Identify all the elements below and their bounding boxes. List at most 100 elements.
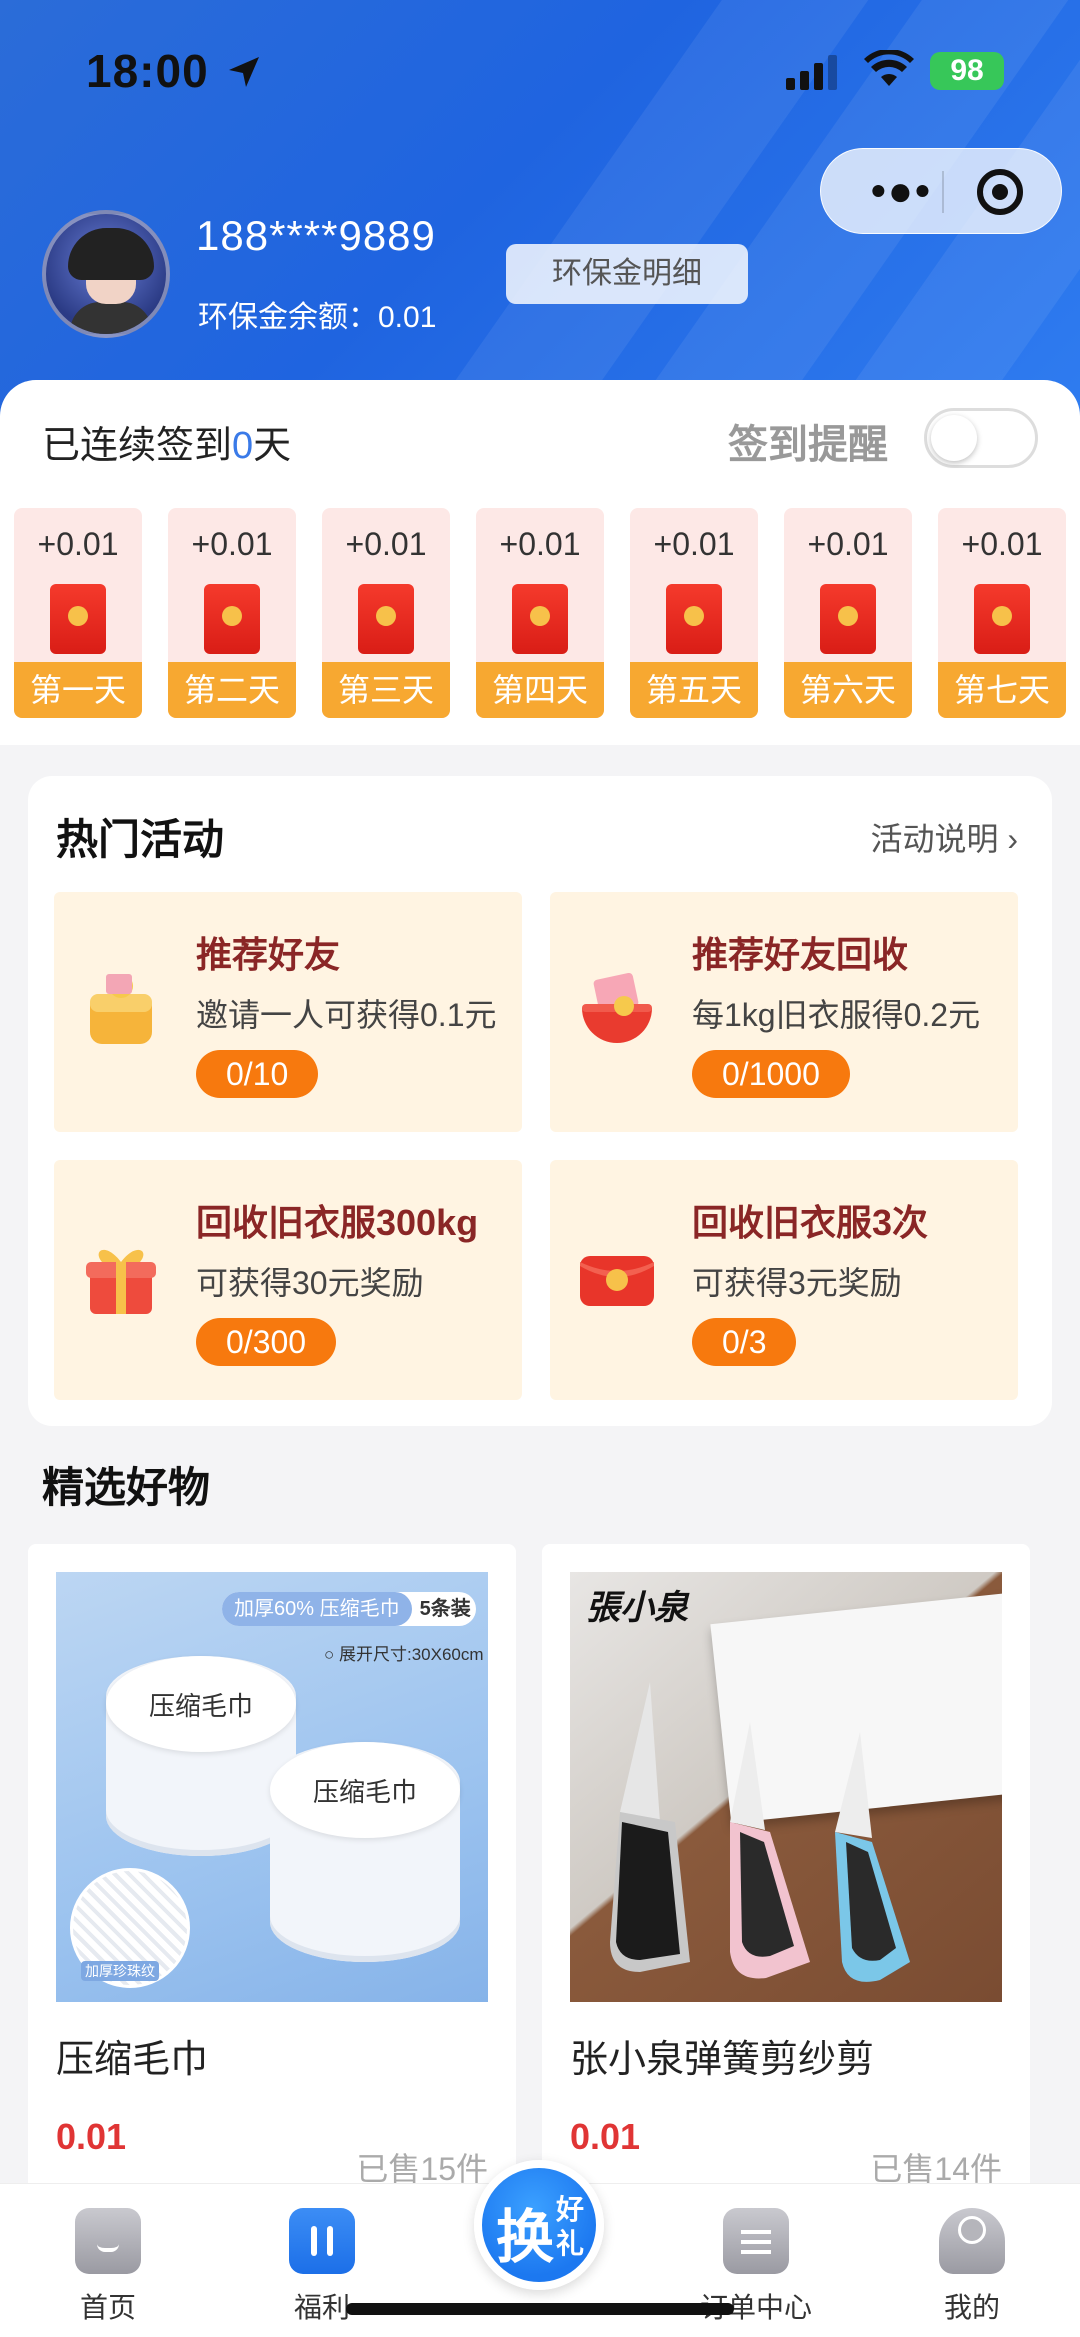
capsule-divider [942,171,944,213]
exchange-big-char: 换 [496,2205,555,2270]
checkin-remind-label: 签到提醒 [728,423,888,467]
towel-swatch: 加厚珍珠纹 [70,1868,190,1988]
activity-rules-label: 活动说明 [870,821,999,857]
exchange-small-char: 礼 [556,2228,585,2259]
red-envelope-icon [580,1256,654,1306]
towel-tag: 加厚60% 压缩毛巾 5条装 [222,1592,476,1626]
hot-activities: 热门活动 活动说明 › 推荐好友 邀请一人可获得0.1元 0/10 推荐好友回收… [28,776,1052,1426]
user-phone: 188****9889 [196,212,436,259]
activity-desc: 每1kg旧衣服得0.2元 [692,997,981,1033]
product-card-towel[interactable]: 加厚60% 压缩毛巾 5条装 ○ 展开尺寸:30X60cm 压缩毛巾 压缩毛巾 加… [28,1544,516,2204]
activity-title: 推荐好友 [196,934,341,975]
product-image: 加厚60% 压缩毛巾 5条装 ○ 展开尺寸:30X60cm 压缩毛巾 压缩毛巾 加… [56,1572,488,2002]
gift-box-icon [86,1249,156,1314]
activity-title: 回收旧衣服300kg [196,1202,479,1243]
activity-rules-link[interactable]: 活动说明 › [870,814,1018,860]
avatar[interactable] [42,210,170,338]
product-price: 0.01 [570,2116,641,2157]
wallet-coins-icon [90,974,152,1044]
checkin-day-7[interactable]: +0.01 第七天 [938,508,1066,718]
day-amount: +0.01 [961,526,1043,562]
towel-tag-b: 5条装 [419,1598,471,1620]
profile-header: 18:00 98 •●• 188****9889 环保金余额：0.01 环保金明… [0,0,1080,420]
red-envelope-icon [204,584,260,654]
location-arrow-icon [229,57,259,87]
drum-label: 压缩毛巾 [312,1777,417,1807]
product-name: 张小泉弹簧剪纱剪 [570,2039,875,2081]
checkin-prefix: 已连续签到 [42,425,233,467]
day-label: 第三天 [322,662,450,718]
activity-desc: 邀请一人可获得0.1元 [196,997,497,1033]
clipboard-icon [723,2208,789,2274]
battery-level: 98 [950,54,984,87]
activity-card-recycle-300kg[interactable]: 回收旧衣服300kg 可获得30元奖励 0/300 [54,1160,522,1400]
exchange-gift-button[interactable]: 换 好 礼 [474,2160,604,2290]
activity-desc: 可获得3元奖励 [692,1265,902,1301]
activity-progress: 0/300 [196,1318,337,1366]
day-label: 第四天 [476,662,604,718]
checkin-count: 0 [232,425,254,467]
balance-detail-button[interactable]: 环保金明细 [506,244,748,304]
miniprogram-capsule: •●• [820,148,1062,234]
picks-title: 精选好物 [42,1464,211,1511]
checkin-day-4[interactable]: +0.01 第四天 [476,508,604,718]
towel-drum: 压缩毛巾 [270,1742,460,1962]
tab-mine[interactable]: 我的 [912,2208,1032,2326]
towel-size: ○ 展开尺寸:30X60cm [324,1645,484,1664]
activity-title: 推荐好友回收 [692,934,909,975]
checkin-remind-toggle[interactable] [924,408,1038,468]
checkin-day-2[interactable]: +0.01 第二天 [168,508,296,718]
cellular-signal-icon [786,55,837,90]
swatch-label: 加厚珍珠纹 [81,1961,159,1981]
chevron-right-icon: › [1007,821,1018,857]
towel-tag-a: 加厚60% 压缩毛巾 [222,1592,412,1626]
wifi-icon [864,50,914,86]
welfare-icon [289,2208,355,2274]
red-envelope-icon [974,584,1030,654]
towel-drum: 压缩毛巾 [106,1656,296,1856]
user-icon [939,2208,1005,2274]
product-price: 0.01 [56,2116,127,2157]
activity-progress: 0/10 [196,1050,319,1098]
red-envelope-icon [50,584,106,654]
checkin-day-1[interactable]: +0.01 第一天 [14,508,142,718]
money-bowl-icon [582,972,652,1043]
tab-label: 我的 [943,2292,1000,2323]
day-amount: +0.01 [345,526,427,562]
activity-card-recycle-3times[interactable]: 回收旧衣服3次 可获得3元奖励 0/3 [550,1160,1018,1400]
scissors-brand: 張小泉 [586,1588,688,1628]
hot-activities-title: 热门活动 [56,816,225,863]
tab-label: 首页 [79,2292,136,2323]
red-envelope-icon [358,584,414,654]
scissors-icon [610,1682,910,1982]
day-label: 第一天 [14,662,142,718]
day-amount: +0.01 [653,526,735,562]
tab-home[interactable]: 首页 [48,2208,168,2326]
checkin-day-5[interactable]: +0.01 第五天 [630,508,758,718]
activity-card-refer-recycle[interactable]: 推荐好友回收 每1kg旧衣服得0.2元 0/1000 [550,892,1018,1132]
product-card-scissors[interactable]: 張小泉 张小泉弹簧剪纱剪 0.01 已售14件 [542,1544,1030,2204]
drum-label: 压缩毛巾 [148,1691,253,1721]
balance-line: 环保金余额：0.01 [198,292,436,336]
close-target-icon[interactable] [977,169,1023,215]
day-label: 第七天 [938,662,1066,718]
checkin-day-6[interactable]: +0.01 第六天 [784,508,912,718]
balance-value: 0.01 [378,301,437,334]
activity-card-refer[interactable]: 推荐好友 邀请一人可获得0.1元 0/10 [54,892,522,1132]
red-envelope-icon [666,584,722,654]
more-icon[interactable]: •●• [871,170,932,212]
checkin-suffix: 天 [253,425,292,467]
day-amount: +0.01 [499,526,581,562]
status-time: 18:00 [86,45,209,97]
battery-indicator: 98 [930,52,1004,90]
day-label: 第二天 [168,662,296,718]
red-envelope-icon [820,584,876,654]
day-label: 第六天 [784,662,912,718]
checkin-day-3[interactable]: +0.01 第三天 [322,508,450,718]
avatar-figure [70,302,152,334]
day-label: 第五天 [630,662,758,718]
activity-title: 回收旧衣服3次 [692,1202,929,1243]
avatar-hat [68,228,154,280]
activity-desc: 可获得30元奖励 [196,1265,424,1301]
checkin-streak: 已连续签到0天 [42,414,291,469]
